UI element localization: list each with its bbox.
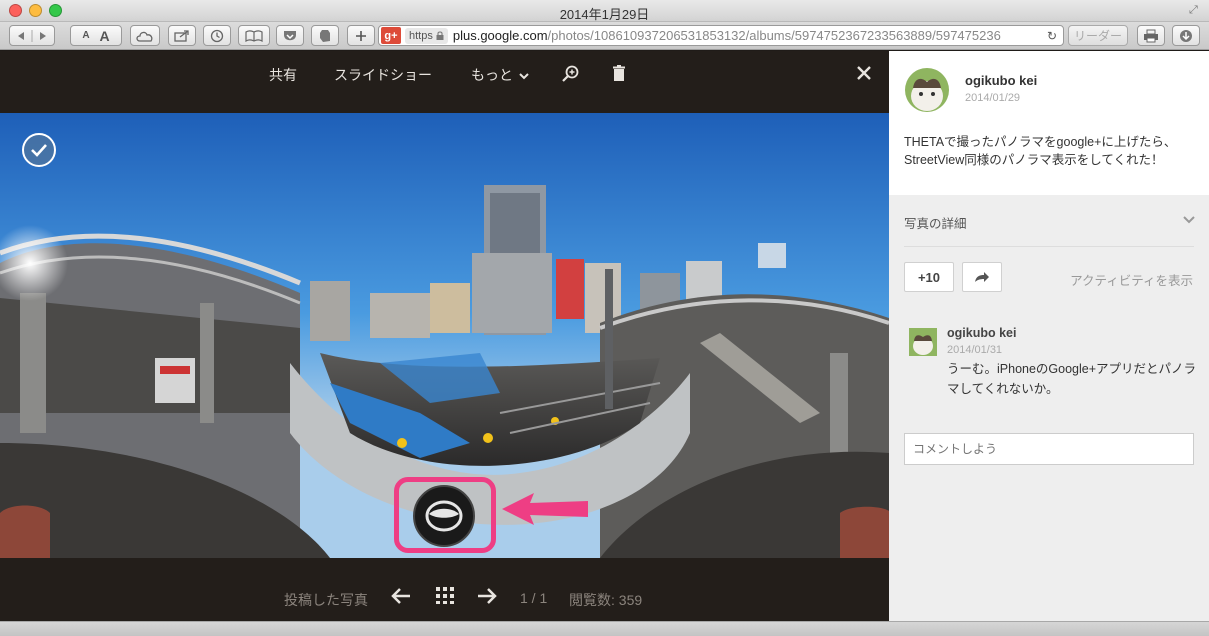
icloud-tabs-button[interactable]	[130, 25, 160, 46]
trash-icon[interactable]	[612, 65, 626, 86]
window-titlebar: 2014年1月29日 ⤢	[0, 0, 1209, 22]
https-indicator: https	[405, 27, 448, 44]
url-host: plus.google.com	[452, 28, 548, 43]
evernote-button[interactable]	[311, 25, 339, 46]
viewer-top-bar: 共有 スライドショー もっと	[0, 51, 889, 113]
select-photo-check-icon[interactable]	[22, 133, 56, 167]
printer-icon	[1144, 29, 1158, 42]
browser-toolbar: AA g+ https plus.google.com/photos/10861…	[0, 22, 1209, 50]
new-tab-button[interactable]	[347, 25, 375, 46]
plus-icon	[356, 30, 366, 41]
comment-date: 2014/01/31	[947, 344, 1003, 356]
https-label: https	[409, 29, 433, 42]
share-post-button[interactable]	[962, 262, 1002, 292]
post-author[interactable]: ogikubo kei	[965, 73, 1037, 88]
lock-icon	[436, 31, 444, 40]
clock-icon	[210, 29, 224, 42]
post-text: THETAで撮ったパノラマをgoogle+に上げたら、StreetView同様の…	[904, 135, 1177, 167]
post-card: ogikubo kei 2014/01/29 THETAで撮ったパノラマをgoo…	[889, 51, 1209, 195]
grid-view-icon[interactable]	[436, 586, 454, 609]
url-path: /photos/108610937206531853132/albums/597…	[547, 28, 1001, 43]
status-bar	[0, 621, 1209, 636]
post-date[interactable]: 2014/01/29	[965, 92, 1020, 104]
show-activity-link[interactable]: アクティビティを表示	[1070, 270, 1193, 289]
commenter-avatar[interactable]	[909, 328, 937, 356]
print-button[interactable]	[1137, 25, 1165, 46]
comment-text: うーむ。iPhoneのGoogle+アプリだとパノラマしてくれないか。	[947, 362, 1197, 396]
back-forward-icon	[18, 29, 46, 42]
viewer-bottom-bar: 投稿した写真 1 / 1 閲覧数: 359	[0, 558, 889, 621]
comment-input[interactable]	[904, 433, 1194, 465]
author-avatar[interactable]	[905, 68, 949, 112]
address-bar[interactable]: g+ https plus.google.com/photos/10861093…	[378, 25, 1064, 46]
photo-details-label: 写真の詳細	[904, 217, 967, 231]
share-arrow-icon	[975, 272, 989, 282]
text-size-buttons[interactable]: AA	[70, 25, 122, 46]
next-arrow-icon[interactable]	[476, 586, 498, 611]
fullscreen-icon[interactable]: ⤢	[1189, 4, 1201, 16]
pocket-button[interactable]	[276, 25, 304, 46]
close-viewer-icon[interactable]	[857, 63, 871, 86]
reload-icon[interactable]: ↻	[1045, 29, 1059, 43]
share-menu-item[interactable]: 共有	[269, 65, 297, 85]
share-icon	[174, 30, 189, 42]
back-forward-buttons[interactable]	[9, 25, 55, 46]
slideshow-menu-item[interactable]: スライドショー	[334, 65, 432, 85]
plus-one-button[interactable]: +10	[904, 262, 954, 292]
posted-photos-link[interactable]: 投稿した写真	[284, 590, 368, 610]
share-toolbar-button[interactable]	[168, 25, 196, 46]
downloads-button[interactable]	[1172, 25, 1200, 46]
text-bigger-icon[interactable]: A	[100, 28, 110, 44]
zoom-in-icon[interactable]	[562, 65, 580, 88]
panorama-icon	[425, 500, 463, 532]
chevron-down-icon	[1183, 211, 1195, 227]
download-icon	[1180, 29, 1192, 42]
photo-details-toggle[interactable]: 写真の詳細	[889, 201, 1209, 239]
book-icon	[245, 29, 263, 42]
post-sidebar: ogikubo kei 2014/01/29 THETAで撮ったパノラマをgoo…	[889, 51, 1209, 621]
bookmarks-button[interactable]	[238, 25, 270, 46]
chevron-down-icon	[519, 73, 529, 80]
url-text[interactable]: plus.google.com/photos/10861093720653185…	[453, 28, 1045, 43]
photo-viewer: 共有 スライドショー もっと 投稿した写真 1 / 1 閲覧数: 359	[0, 51, 889, 621]
elephant-icon	[320, 29, 330, 42]
history-button[interactable]	[203, 25, 231, 46]
view-count: 閲覧数: 359	[569, 592, 643, 608]
cloud-icon	[136, 31, 153, 42]
annotation-arrow-icon	[502, 493, 588, 525]
pocket-icon	[284, 30, 296, 40]
more-menu-label: もっと	[471, 67, 513, 83]
panorama-view-button[interactable]	[413, 485, 475, 547]
previous-arrow-icon[interactable]	[390, 586, 412, 611]
divider	[904, 246, 1194, 247]
panorama-photo[interactable]	[0, 113, 889, 558]
comment-author[interactable]: ogikubo kei	[947, 326, 1016, 340]
text-smaller-icon[interactable]: A	[82, 30, 89, 41]
gplus-favicon: g+	[381, 27, 401, 44]
window-title: 2014年1月29日	[559, 7, 650, 22]
photo-counter: 1 / 1	[520, 590, 548, 606]
reader-button[interactable]: リーダー	[1068, 25, 1128, 46]
more-menu[interactable]: もっと	[471, 65, 529, 85]
